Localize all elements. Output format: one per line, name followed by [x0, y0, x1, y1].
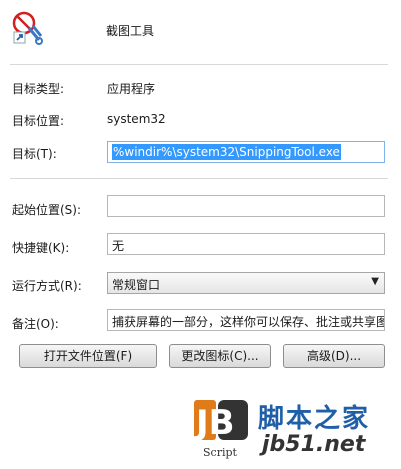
app-name: 截图工具	[106, 24, 155, 38]
start-in-input[interactable]	[107, 195, 385, 217]
comment-input[interactable]: 捕获屏幕的一部分，这样你可以保存、批注或共享图	[107, 309, 385, 331]
target-label: 目标(T):	[12, 147, 57, 161]
target-input[interactable]: %windir%\system32\SnippingTool.exe	[107, 141, 385, 163]
comment-label: 备注(O):	[12, 317, 59, 331]
target-input-text: %windir%\system32\SnippingTool.exe	[112, 144, 341, 160]
snipping-tool-icon	[11, 10, 47, 46]
jb-logo-text: JB	[194, 403, 235, 443]
watermark-site-name: 脚本之家	[258, 404, 371, 434]
chevron-down-icon: ▼	[371, 276, 379, 287]
run-select[interactable]: 常规窗口 ▼	[107, 272, 385, 294]
target-location-label: 目标位置:	[12, 114, 65, 128]
watermark-script: Script	[203, 446, 237, 459]
target-type-label: 目标类型:	[12, 82, 65, 96]
change-icon-button[interactable]: 更改图标(C)...	[169, 344, 271, 368]
target-location-value: system32	[107, 112, 166, 126]
run-select-value: 常规窗口	[112, 278, 161, 292]
advanced-button[interactable]: 高级(D)...	[283, 344, 385, 368]
shortcut-key-label: 快捷键(K):	[12, 241, 70, 255]
target-type-value: 应用程序	[107, 82, 156, 96]
run-label: 运行方式(R):	[12, 279, 82, 293]
separator	[10, 64, 388, 65]
watermark-url: jb51.net	[262, 432, 366, 457]
shortcut-key-input[interactable]: 无	[107, 233, 385, 255]
start-in-label: 起始位置(S):	[12, 203, 82, 217]
open-file-location-button[interactable]: 打开文件位置(F)	[19, 344, 157, 368]
separator	[10, 178, 388, 179]
